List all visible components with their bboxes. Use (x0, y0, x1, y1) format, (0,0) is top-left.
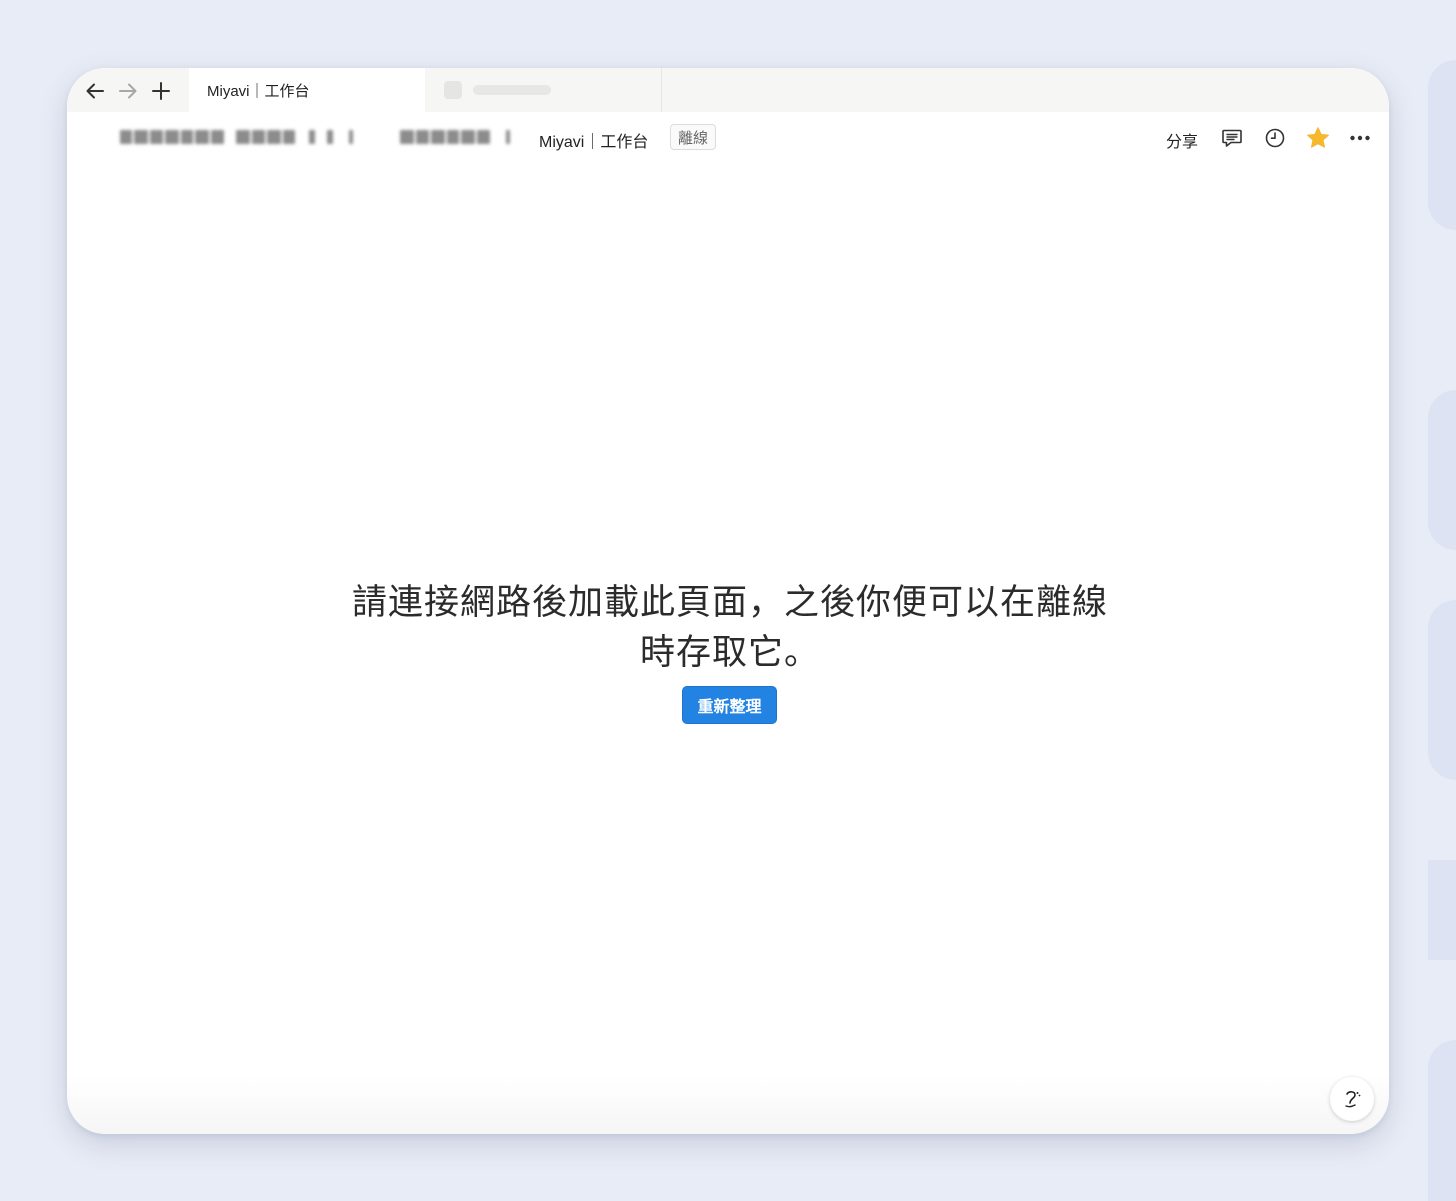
help-button[interactable] (1330, 1077, 1374, 1121)
background-decoration (1428, 390, 1456, 550)
background-decoration (1428, 1040, 1456, 1201)
background-decoration (1428, 600, 1456, 780)
favorite-button[interactable] (1305, 125, 1331, 151)
arrow-left-icon (86, 83, 104, 99)
arrow-right-icon (119, 83, 137, 99)
breadcrumb-current[interactable]: Miyavi｜工作台 (539, 128, 648, 152)
tab-bar: Miyavi｜工作台 (67, 68, 1389, 112)
tab-active[interactable]: Miyavi｜工作台 (189, 68, 425, 112)
bottom-shade (67, 1074, 1389, 1134)
share-button[interactable]: 分享 (1166, 128, 1198, 152)
breadcrumb-item-redacted[interactable] (120, 130, 353, 144)
back-button[interactable] (82, 78, 108, 104)
more-dots-icon (1350, 135, 1370, 141)
clock-icon (1265, 128, 1285, 148)
comments-button[interactable] (1219, 125, 1245, 151)
more-button[interactable] (1347, 125, 1373, 151)
star-icon (1307, 127, 1329, 148)
tab-title-placeholder (473, 85, 551, 95)
offline-badge: 離線 (670, 124, 717, 150)
comment-icon (1222, 129, 1242, 147)
reload-button[interactable]: 重新整理 (682, 686, 777, 724)
plus-icon (152, 82, 170, 100)
breadcrumb-item-redacted[interactable] (400, 130, 510, 144)
help-icon (1345, 1091, 1361, 1108)
app-window: Miyavi｜工作台 Miyavi｜工作台 離線 分享 請連接網路後加載此頁面，… (67, 68, 1389, 1134)
history-button[interactable] (1262, 125, 1288, 151)
background-decoration (1428, 60, 1456, 230)
tab-loading[interactable] (425, 68, 662, 112)
offline-message: 請連接網路後加載此頁面，之後你便可以在離線時存取它。 (351, 583, 1108, 672)
tab-title: Miyavi｜工作台 (207, 82, 310, 100)
background-decoration (1428, 860, 1456, 960)
new-tab-button[interactable] (148, 78, 174, 104)
forward-button[interactable] (115, 78, 141, 104)
page-toolbar: Miyavi｜工作台 離線 分享 (67, 112, 1389, 164)
tab-favicon-placeholder (444, 81, 462, 99)
